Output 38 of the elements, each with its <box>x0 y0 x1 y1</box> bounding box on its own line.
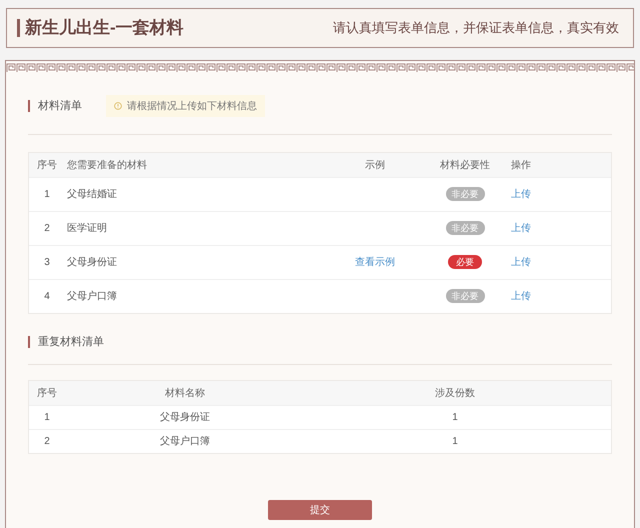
necessity-badge: 非必要 <box>446 187 484 201</box>
material-name: 父母户口簿 <box>160 436 210 447</box>
example-link[interactable]: 查看示例 <box>355 257 395 268</box>
section-title: 材料清单 <box>38 98 83 114</box>
section-title: 重复材料清单 <box>38 334 104 350</box>
column-header: 您需要准备的材料 <box>67 160 147 170</box>
page-title: 新生儿出生-一套材料 <box>25 17 184 40</box>
column-header: 示例 <box>365 160 385 170</box>
copy-count: 1 <box>452 412 458 423</box>
material-name: 父母结婚证 <box>67 189 117 200</box>
row-number: 2 <box>44 223 50 234</box>
column-header: 材料必要性 <box>440 160 490 170</box>
copy-count: 1 <box>452 436 458 447</box>
tip-text: 请根据情况上传如下材料信息 <box>127 100 257 114</box>
material-name: 父母身份证 <box>160 412 210 423</box>
upload-link[interactable]: 上传 <box>511 223 531 234</box>
necessity-badge: 非必要 <box>446 221 484 235</box>
row-number: 2 <box>44 436 50 447</box>
column-header: 序号 <box>37 388 57 398</box>
row-number: 1 <box>44 189 50 200</box>
submit-button[interactable]: 提交 <box>268 500 372 520</box>
necessity-badge: 必要 <box>448 255 482 269</box>
upload-link[interactable]: 上传 <box>511 189 531 200</box>
necessity-badge: 非必要 <box>446 289 484 303</box>
row-number: 1 <box>44 412 50 423</box>
column-header: 涉及份数 <box>435 388 475 398</box>
upload-link[interactable]: 上传 <box>511 291 531 302</box>
info-icon <box>114 102 122 110</box>
material-name: 父母户口簿 <box>67 291 117 302</box>
column-header: 操作 <box>511 160 531 170</box>
upload-link[interactable]: 上传 <box>511 257 531 268</box>
material-name: 父母身份证 <box>67 257 117 268</box>
material-name: 医学证明 <box>67 223 107 234</box>
row-number: 4 <box>44 291 50 302</box>
row-number: 3 <box>44 257 50 268</box>
notice-text: 请认真填写表单信息，并保证表单信息，真实有效 <box>333 19 619 38</box>
column-header: 序号 <box>37 160 57 170</box>
column-header: 材料名称 <box>165 388 205 398</box>
